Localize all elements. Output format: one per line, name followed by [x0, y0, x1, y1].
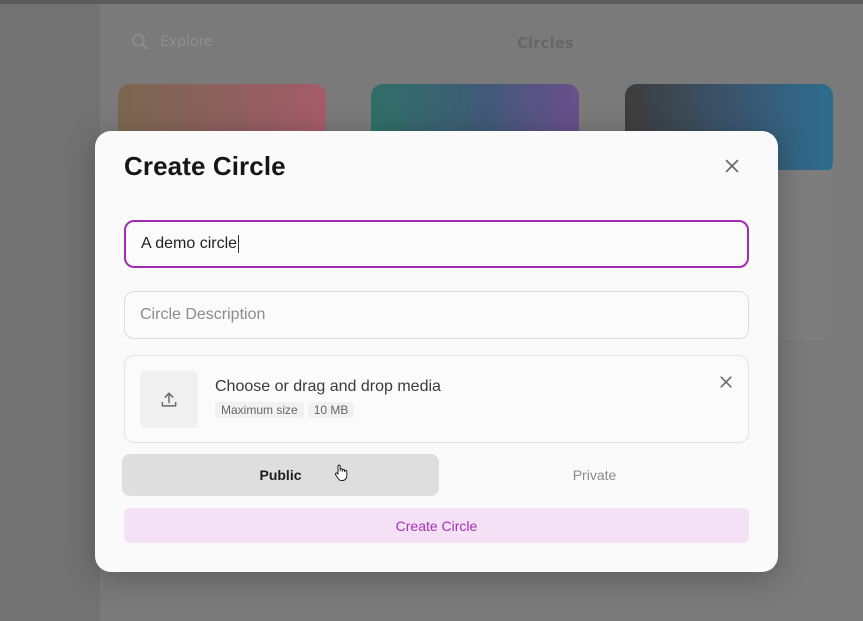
max-size-value: 10 MB [307, 402, 355, 418]
max-size-label: Maximum size [215, 402, 304, 418]
media-upload-dropzone[interactable]: Choose or drag and drop media Maximum si… [124, 355, 749, 443]
close-icon [725, 159, 739, 173]
search-bar: Explore [130, 32, 213, 52]
create-circle-button[interactable]: Create Circle [124, 508, 749, 543]
close-dialog-button[interactable] [719, 153, 745, 179]
circles-header: Circles [517, 34, 574, 52]
upload-size-info: Maximum size 10 MB [215, 402, 355, 418]
visibility-private-option[interactable]: Private [436, 454, 753, 496]
circle-name-input[interactable]: A demo circle [124, 220, 749, 268]
hand-cursor-icon [334, 464, 348, 481]
remove-media-button[interactable] [714, 370, 738, 394]
search-icon [131, 33, 149, 51]
circle-name-value: A demo circle [141, 235, 238, 252]
create-circle-dialog: Create Circle A demo circle Circle Descr… [95, 131, 778, 572]
upload-icon [161, 392, 177, 407]
upload-button[interactable] [140, 371, 198, 428]
circle-description-input[interactable]: Circle Description [124, 291, 749, 339]
dialog-title: Create Circle [124, 151, 286, 181]
search-placeholder: Explore [160, 34, 213, 50]
circle-description-placeholder: Circle Description [140, 306, 266, 323]
text-caret [238, 235, 240, 253]
close-icon [720, 376, 732, 388]
visibility-public-option[interactable]: Public [122, 454, 439, 496]
upload-title: Choose or drag and drop media [215, 378, 441, 395]
